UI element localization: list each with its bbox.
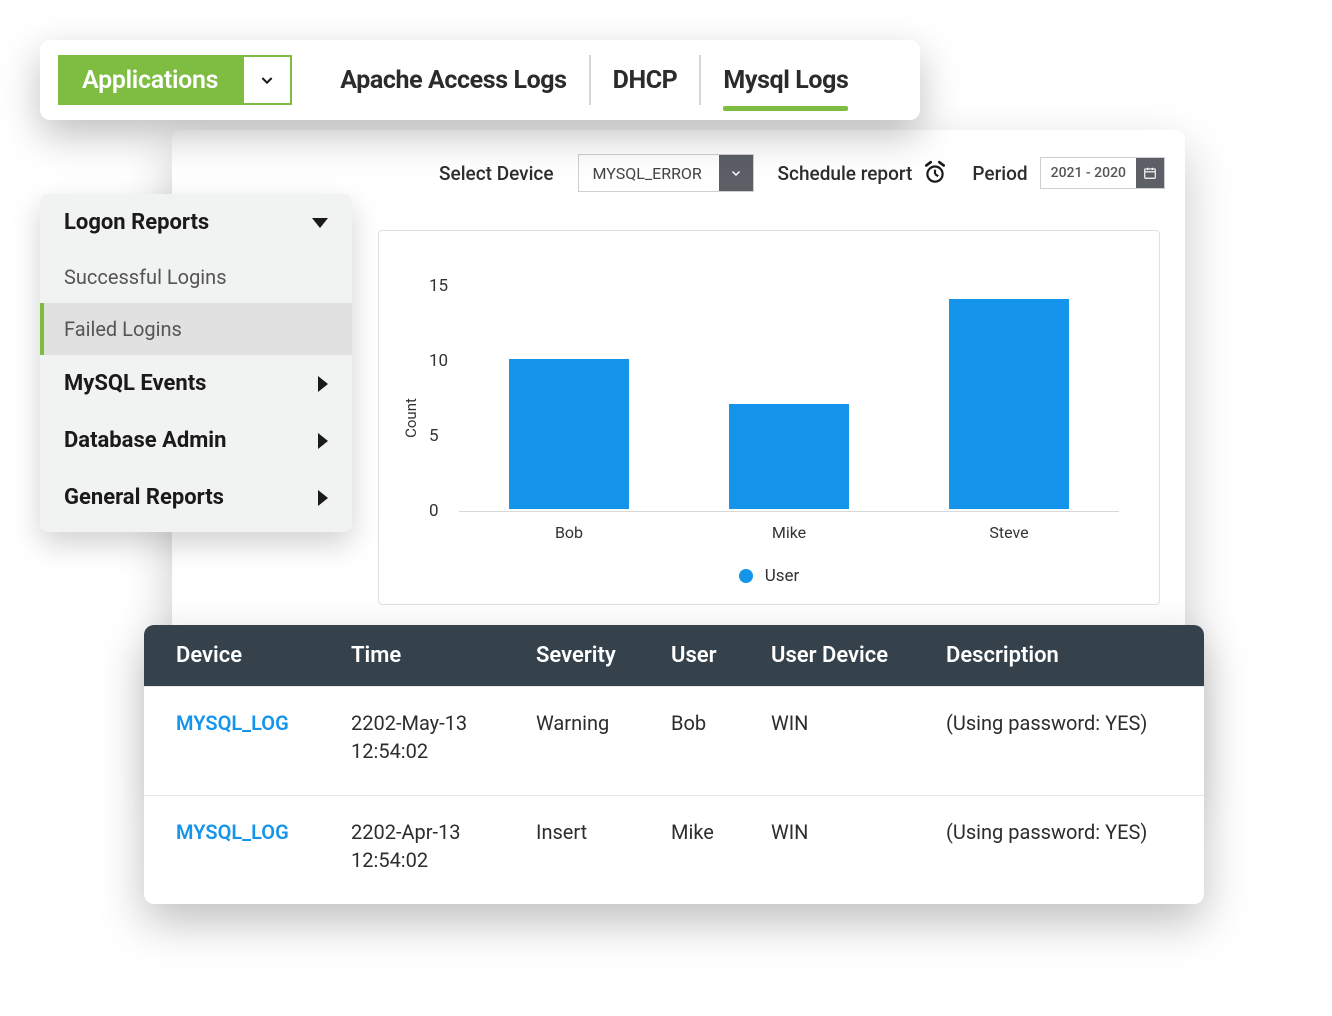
applications-dropdown-label: Applications	[58, 55, 242, 105]
top-tab-bar: Applications Apache Access Logs DHCP Mys…	[40, 40, 920, 120]
period-value: 2021 - 2020	[1041, 158, 1136, 188]
select-device-label: Select Device	[439, 162, 554, 185]
triangle-right-icon	[318, 376, 328, 392]
chart-plot-area: BobMikeSteve	[459, 286, 1119, 509]
sidebar-item-label: Successful Logins	[64, 265, 227, 289]
period-control: Period 2021 - 2020	[972, 157, 1165, 189]
chevron-down-icon	[259, 72, 275, 88]
tab-dhcp[interactable]: DHCP	[589, 55, 700, 105]
dropdown-label-text: Applications	[82, 66, 218, 95]
table-header-severity[interactable]: Severity	[536, 643, 671, 668]
time-date: 2202-May-13	[351, 711, 467, 735]
chart-bar[interactable]	[729, 404, 849, 509]
legend-swatch-icon	[739, 569, 753, 583]
schedule-report-button[interactable]: Schedule report	[778, 160, 949, 186]
sidebar-group-label: Database Admin	[64, 428, 226, 453]
triangle-right-icon	[318, 490, 328, 506]
cell-time: 2202-May-13 12:54:02	[351, 711, 536, 763]
chart-y-tick: 0	[429, 501, 439, 521]
sidebar-group-general-reports[interactable]: General Reports	[40, 469, 352, 526]
schedule-report-label: Schedule report	[778, 162, 913, 185]
sidebar-group-logon-reports[interactable]: Logon Reports	[40, 194, 352, 251]
sidebar-group-database-admin[interactable]: Database Admin	[40, 412, 352, 469]
period-picker[interactable]: 2021 - 2020	[1040, 157, 1165, 189]
log-table: Device Time Severity User User Device De…	[144, 625, 1204, 904]
chart-baseline	[459, 511, 1119, 512]
select-device-toggle[interactable]	[719, 155, 753, 191]
tab-mysql-logs[interactable]: Mysql Logs	[699, 55, 870, 105]
calendar-icon	[1143, 166, 1157, 180]
table-row: MYSQL_LOG 2202-May-13 12:54:02 Warning B…	[144, 686, 1204, 795]
time-date: 2202-Apr-13	[351, 820, 461, 844]
table-header-time[interactable]: Time	[351, 643, 536, 668]
triangle-down-icon	[312, 218, 328, 228]
chart-x-label: Steve	[949, 523, 1069, 542]
cell-severity: Insert	[536, 820, 671, 872]
time-clock: 12:54:02	[351, 739, 536, 763]
period-label: Period	[972, 162, 1027, 185]
tab-label: Apache Access Logs	[340, 68, 566, 93]
chart-y-tick: 10	[429, 351, 448, 371]
sidebar-group-label: General Reports	[64, 485, 224, 510]
cell-user: Mike	[671, 820, 771, 872]
table-header-device[interactable]: Device	[176, 643, 351, 668]
applications-dropdown-toggle[interactable]	[242, 55, 292, 105]
chart-y-tick: 5	[429, 426, 439, 446]
period-calendar-button[interactable]	[1136, 158, 1164, 188]
chart-legend: User	[379, 566, 1159, 586]
sidebar-item-label: Failed Logins	[64, 317, 182, 341]
cell-severity: Warning	[536, 711, 671, 763]
chart-x-label: Mike	[729, 523, 849, 542]
cell-user-device: WIN	[771, 820, 946, 872]
sidebar-item-failed-logins[interactable]: Failed Logins	[40, 303, 352, 355]
cell-user: Bob	[671, 711, 771, 763]
table-row: MYSQL_LOG 2202-Apr-13 12:54:02 Insert Mi…	[144, 795, 1204, 904]
sidebar: Logon Reports Successful Logins Failed L…	[40, 194, 352, 532]
table-header-user[interactable]: User	[671, 643, 771, 668]
table-header-user-device[interactable]: User Device	[771, 643, 946, 668]
triangle-right-icon	[318, 433, 328, 449]
device-link[interactable]: MYSQL_LOG	[176, 820, 289, 844]
alarm-clock-icon	[922, 160, 948, 186]
table-header-row: Device Time Severity User User Device De…	[144, 625, 1204, 686]
chart-x-label: Bob	[509, 523, 629, 542]
cell-description: (Using password: YES)	[946, 820, 1172, 872]
chart-bar[interactable]	[949, 299, 1069, 509]
cell-description: (Using password: YES)	[946, 711, 1172, 763]
chart-card: Count BobMikeSteve User 051015	[378, 230, 1160, 605]
legend-label: User	[765, 566, 800, 586]
applications-dropdown[interactable]: Applications	[58, 55, 292, 105]
chevron-down-icon	[730, 167, 742, 179]
device-link[interactable]: MYSQL_LOG	[176, 711, 289, 735]
select-device-dropdown[interactable]: MYSQL_ERROR	[578, 154, 754, 192]
tab-apache-access-logs[interactable]: Apache Access Logs	[318, 55, 588, 105]
sidebar-item-successful-logins[interactable]: Successful Logins	[40, 251, 352, 303]
cell-user-device: WIN	[771, 711, 946, 763]
table-header-description[interactable]: Description	[946, 643, 1172, 668]
tab-label: DHCP	[613, 68, 678, 93]
select-device-value: MYSQL_ERROR	[579, 155, 719, 191]
time-clock: 12:54:02	[351, 848, 536, 872]
cell-time: 2202-Apr-13 12:54:02	[351, 820, 536, 872]
tab-list: Apache Access Logs DHCP Mysql Logs	[318, 55, 870, 105]
tab-label: Mysql Logs	[723, 68, 848, 93]
sidebar-group-mysql-events[interactable]: MySQL Events	[40, 355, 352, 412]
controls-bar: Select Device MYSQL_ERROR Schedule repor…	[2, 130, 1185, 192]
chart-bar[interactable]	[509, 359, 629, 509]
chart-y-tick: 15	[429, 276, 448, 296]
chart-y-axis-label: Count	[402, 398, 420, 438]
sidebar-group-label: Logon Reports	[64, 210, 209, 235]
sidebar-group-label: MySQL Events	[64, 371, 206, 396]
